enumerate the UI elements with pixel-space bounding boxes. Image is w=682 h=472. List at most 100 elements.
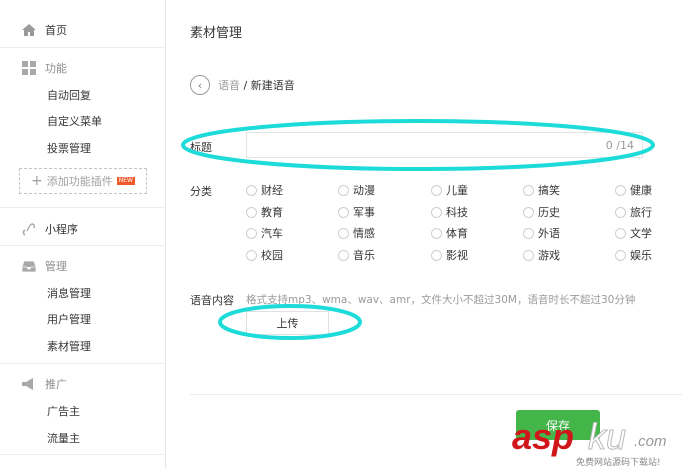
title-input[interactable]: 0 /14	[246, 132, 643, 158]
breadcrumb-current: 新建语音	[250, 79, 295, 92]
breadcrumb: ‹ 语音 / 新建语音	[190, 75, 295, 95]
radio-circle[interactable]	[523, 249, 534, 261]
svg-text:asp: asp	[512, 416, 574, 457]
format-hint: 格式支持mp3、wma、wav、amr，文件大小不超过30M，语音时长不超过30…	[246, 294, 636, 306]
radio-label: 健康	[630, 184, 652, 197]
radio-label: 历史	[538, 206, 560, 219]
category-radio[interactable]: 历史	[523, 204, 560, 220]
svg-text:.com: .com	[634, 433, 667, 450]
home-icon	[22, 24, 36, 36]
upload-button[interactable]: 上传	[246, 311, 329, 335]
breadcrumb-parent[interactable]: 语音	[218, 79, 240, 92]
category-radio[interactable]: 军事	[338, 204, 375, 220]
radio-label: 旅行	[630, 206, 652, 219]
radio-circle[interactable]	[338, 184, 349, 196]
category-radio[interactable]: 科技	[431, 204, 468, 220]
page-title: 素材管理	[190, 26, 243, 41]
radio-circle[interactable]	[246, 184, 257, 196]
sidebar-item-materials[interactable]: 素材管理	[47, 338, 91, 354]
radio-label: 游戏	[538, 249, 560, 262]
sidebar-item-vote[interactable]: 投票管理	[47, 140, 91, 156]
add-plugin-label: 添加功能插件	[46, 175, 113, 188]
plus-icon: +	[31, 173, 43, 189]
radio-label: 娱乐	[630, 249, 652, 262]
category-radio[interactable]: 情感	[338, 225, 375, 241]
radio-label: 情感	[353, 227, 375, 240]
inbox-icon	[22, 260, 36, 273]
category-radio[interactable]: 汽车	[246, 225, 283, 241]
category-radio[interactable]: 健康	[615, 182, 652, 198]
sidebar-item-messages[interactable]: 消息管理	[47, 285, 91, 301]
radio-circle[interactable]	[615, 206, 626, 218]
radio-circle[interactable]	[615, 249, 626, 261]
radio-circle[interactable]	[523, 206, 534, 218]
category-radio[interactable]: 旅行	[615, 204, 652, 220]
radio-circle[interactable]	[431, 206, 442, 218]
title-label: 标题	[190, 141, 212, 154]
radio-label: 儿童	[446, 184, 468, 197]
radio-label: 财经	[261, 184, 283, 197]
category-label: 分类	[190, 185, 212, 198]
radio-circle[interactable]	[523, 227, 534, 239]
radio-label: 动漫	[353, 184, 375, 197]
radio-circle[interactable]	[338, 249, 349, 261]
radio-label: 体育	[446, 227, 468, 240]
svg-text:免费网站源码下载站!: 免费网站源码下载站!	[576, 456, 661, 468]
new-badge: NEW	[116, 177, 135, 185]
radio-circle[interactable]	[246, 249, 257, 261]
sidebar-section-promote: 推广	[22, 376, 67, 392]
watermark-logo: asp ku .com 免费网站源码下载站!	[510, 412, 682, 469]
add-plugin-button[interactable]: + 添加功能插件 NEW	[19, 168, 147, 194]
sidebar-section-manage: 管理	[22, 258, 67, 274]
radio-label: 文学	[630, 227, 652, 240]
sidebar-item-custom-menu[interactable]: 自定义菜单	[47, 113, 102, 129]
radio-label: 音乐	[353, 249, 375, 262]
sidebar-item-auto-reply[interactable]: 自动回复	[47, 87, 91, 103]
sidebar-item-advertiser[interactable]: 广告主	[47, 403, 80, 419]
category-radio[interactable]: 搞笑	[523, 182, 560, 198]
radio-label: 搞笑	[538, 184, 560, 197]
category-radio[interactable]: 外语	[523, 225, 560, 241]
radio-circle[interactable]	[431, 227, 442, 239]
radio-circle[interactable]	[431, 184, 442, 196]
category-radio[interactable]: 教育	[246, 204, 283, 220]
divider	[0, 245, 166, 246]
divider	[190, 394, 682, 395]
sidebar-item-home[interactable]: 首页	[22, 22, 67, 38]
radio-label: 校园	[261, 249, 283, 262]
svg-text:ku: ku	[588, 416, 626, 457]
category-radio[interactable]: 娱乐	[615, 247, 652, 263]
breadcrumb-separator: /	[243, 79, 248, 92]
link-icon	[22, 223, 36, 236]
sidebar-item-publisher[interactable]: 流量主	[47, 430, 80, 446]
radio-circle[interactable]	[338, 206, 349, 218]
category-radio[interactable]: 音乐	[338, 247, 375, 263]
radio-circle[interactable]	[615, 184, 626, 196]
divider	[0, 454, 166, 455]
sidebar-item-users[interactable]: 用户管理	[47, 311, 91, 327]
char-counter: 0 /14	[605, 139, 634, 152]
back-icon[interactable]: ‹	[190, 75, 210, 95]
sidebar-item-label: 首页	[45, 24, 67, 37]
radio-circle[interactable]	[431, 249, 442, 261]
category-radio[interactable]: 影视	[431, 247, 468, 263]
category-radio[interactable]: 体育	[431, 225, 468, 241]
sidebar-item-miniprogram[interactable]: 小程序	[22, 221, 78, 237]
category-radio[interactable]: 文学	[615, 225, 652, 241]
grid-icon	[22, 61, 36, 75]
category-radio[interactable]: 儿童	[431, 182, 468, 198]
sidebar-item-label: 小程序	[45, 223, 78, 236]
section-label: 功能	[45, 62, 67, 75]
category-radio[interactable]: 动漫	[338, 182, 375, 198]
radio-circle[interactable]	[615, 227, 626, 239]
radio-circle[interactable]	[246, 227, 257, 239]
radio-label: 外语	[538, 227, 560, 240]
radio-label: 教育	[261, 206, 283, 219]
category-radio[interactable]: 游戏	[523, 247, 560, 263]
category-radio[interactable]: 财经	[246, 182, 283, 198]
radio-circle[interactable]	[338, 227, 349, 239]
radio-circle[interactable]	[523, 184, 534, 196]
category-radio[interactable]: 校园	[246, 247, 283, 263]
radio-circle[interactable]	[246, 206, 257, 218]
radio-label: 科技	[446, 206, 468, 219]
